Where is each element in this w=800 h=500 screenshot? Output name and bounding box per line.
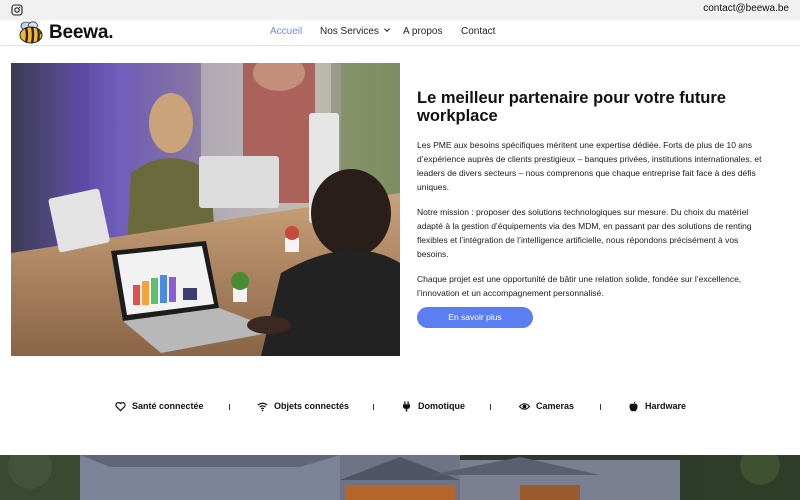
feature-sante-connectee[interactable]: Santé connectée: [115, 397, 204, 415]
nav-item-contact[interactable]: Contact: [461, 26, 495, 37]
feature-domotique[interactable]: Domotique: [401, 397, 465, 415]
office-workspace-photo: [11, 63, 400, 356]
nav-item-a-propos[interactable]: A propos: [403, 26, 442, 37]
wifi-icon: [257, 402, 268, 411]
feature-label: Santé connectée: [132, 401, 204, 411]
contact-email-link[interactable]: contact@beewa.be: [703, 3, 789, 14]
feature-divider: [229, 404, 230, 410]
house-photo: [0, 455, 800, 500]
plug-icon: [403, 400, 410, 412]
eye-icon: [519, 402, 530, 410]
nav-item-accueil[interactable]: Accueil: [270, 26, 302, 37]
feature-label: Cameras: [536, 401, 575, 411]
feature-label: Hardware: [645, 401, 687, 411]
heart-icon: [115, 401, 126, 411]
feature-divider: [490, 404, 491, 410]
nav-item-label: Nos Services: [320, 26, 379, 37]
hero-title: Le meilleur partenaire pour votre future…: [417, 89, 726, 125]
hero-paragraph: Chaque projet est une opportunité de bât…: [417, 274, 742, 298]
feature-objets-connectes[interactable]: Objets connectés: [257, 397, 349, 415]
feature-cameras[interactable]: Cameras: [519, 397, 574, 415]
site-header: Beewa. Accueil Nos Services A propos Con…: [0, 20, 800, 46]
feature-label: Objets connectés: [274, 401, 350, 411]
feature-divider: [600, 404, 601, 410]
feature-divider: [373, 404, 374, 410]
hero-paragraph: Les PME aux besoins spécifiques méritent…: [417, 140, 762, 192]
nav-item-nos-services[interactable]: Nos Services: [320, 26, 390, 37]
top-bar: contact@beewa.be: [0, 0, 800, 20]
hero-paragraph: Notre mission : proposer des solutions t…: [417, 207, 752, 259]
feature-hardware[interactable]: Hardware: [628, 397, 686, 415]
main-nav: Accueil Nos Services A propos Contact: [0, 20, 800, 46]
instagram-icon[interactable]: [11, 4, 23, 16]
learn-more-button[interactable]: En savoir plus: [417, 307, 533, 328]
apple-icon: [629, 401, 638, 411]
chevron-down-icon: [384, 28, 390, 32]
feature-label: Domotique: [418, 401, 465, 411]
features-strip: Santé connectée Objets connectés Domotiq…: [0, 397, 800, 415]
hero-content: Le meilleur partenaire pour votre future…: [417, 89, 772, 300]
